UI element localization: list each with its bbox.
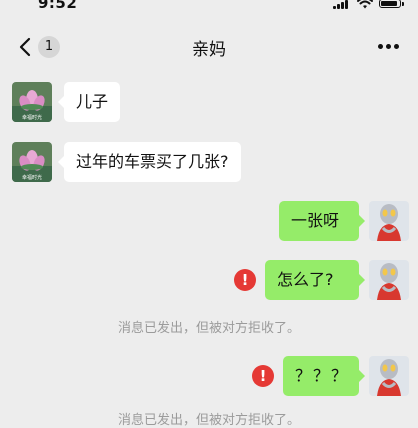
fail-exclamation-icon[interactable]: ! xyxy=(252,365,274,387)
chat-title: 亲妈 xyxy=(192,40,226,60)
hero-avatar-image xyxy=(369,356,409,396)
contact-avatar[interactable]: 幸福时光 xyxy=(12,142,52,182)
hero-avatar-image xyxy=(369,260,409,300)
message-bubble-incoming[interactable]: 过年的车票买了几张? xyxy=(58,142,241,182)
signal-icon xyxy=(333,0,351,9)
status-bar: 9:52 xyxy=(0,0,418,14)
chat-header: 1 亲妈 xyxy=(0,26,418,68)
avatar-caption: 幸福时光 xyxy=(22,174,42,181)
wifi-icon xyxy=(357,0,373,9)
lotus-avatar-image: 幸福时光 xyxy=(12,142,52,182)
my-avatar[interactable] xyxy=(369,201,409,241)
reject-notice: 消息已发出，但被对方拒收了。 xyxy=(117,413,300,428)
lotus-avatar-image: 幸福时光 xyxy=(12,82,52,122)
more-dots-icon[interactable] xyxy=(378,44,400,50)
battery-icon xyxy=(379,0,404,8)
contact-avatar[interactable]: 幸福时光 xyxy=(12,82,52,122)
message-bubble-outgoing[interactable]: ？？？ xyxy=(283,356,365,396)
status-time: 9:52 xyxy=(38,0,78,12)
avatar-caption: 幸福时光 xyxy=(22,114,42,121)
message-bubble-outgoing[interactable]: 一张呀 xyxy=(279,201,365,241)
my-avatar[interactable] xyxy=(369,356,409,396)
reject-notice: 消息已发出，但被对方拒收了。 xyxy=(117,321,300,336)
fail-exclamation-icon[interactable]: ! xyxy=(234,269,256,291)
my-avatar[interactable] xyxy=(369,260,409,300)
hero-avatar-image xyxy=(369,201,409,241)
message-bubble-outgoing[interactable]: 怎么了? xyxy=(265,260,365,300)
message-bubble-incoming[interactable]: 儿子 xyxy=(57,82,121,122)
